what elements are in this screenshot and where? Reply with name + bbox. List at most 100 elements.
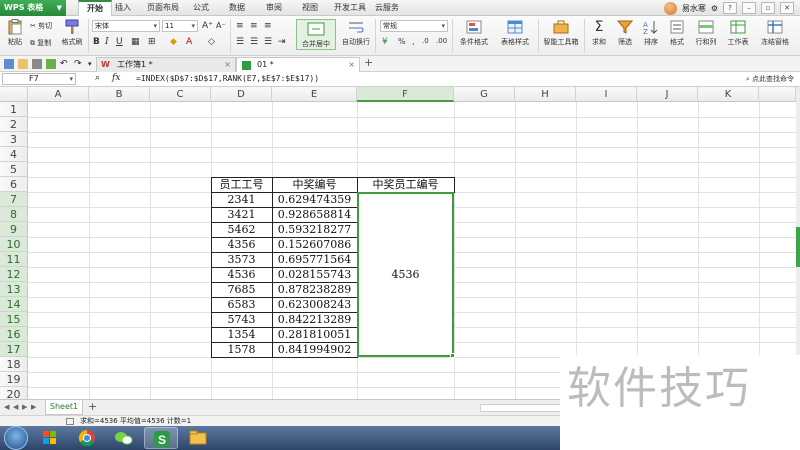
row-header-selected[interactable]: 9	[0, 222, 28, 237]
fx-icon[interactable]: fx	[112, 73, 120, 83]
align-left-icon[interactable]: ☰	[236, 37, 244, 47]
thousands-icon[interactable]: ,	[412, 37, 415, 46]
tab-home[interactable]: 开始	[78, 0, 112, 16]
column-header[interactable]: C	[150, 87, 211, 102]
tab-data[interactable]: 数据	[229, 0, 245, 16]
row-header[interactable]: 18	[0, 357, 28, 372]
fill-color-icon[interactable]: ◆	[170, 37, 177, 47]
row-header[interactable]: 4	[0, 147, 28, 162]
header-cell-employee-id[interactable]: 员工工号	[211, 177, 272, 192]
next-sheet-icon[interactable]: ▶	[22, 403, 27, 411]
worksheet-button[interactable]: 工作表	[724, 19, 752, 47]
column-header-selected[interactable]: F	[357, 87, 454, 102]
row-header[interactable]: 6	[0, 177, 28, 192]
column-header[interactable]	[759, 87, 796, 102]
print-preview-icon[interactable]	[46, 59, 56, 69]
underline-button[interactable]: U	[116, 37, 123, 47]
paste-button[interactable]: 粘贴	[4, 19, 26, 47]
freeze-panes-button[interactable]: 冻结窗格	[756, 19, 794, 47]
font-size-select[interactable]: 11 ▾	[162, 20, 198, 32]
column-header[interactable]: K	[698, 87, 759, 102]
align-center-icon[interactable]: ☰	[250, 37, 258, 47]
save-icon[interactable]	[4, 59, 14, 69]
row-header-selected[interactable]: 7	[0, 192, 28, 207]
row-header-selected[interactable]: 8	[0, 207, 28, 222]
winning-number-cell[interactable]: 0.629474359	[272, 192, 357, 207]
minimize-icon[interactable]: –	[742, 2, 756, 14]
scrollbar-thumb[interactable]	[796, 227, 800, 267]
format-painter-button[interactable]: 格式刷	[60, 19, 84, 47]
skin-icon[interactable]: ⚙	[711, 4, 718, 13]
winning-number-cell[interactable]: 0.623008243	[272, 297, 357, 312]
help-icon[interactable]: ?	[723, 2, 737, 14]
align-middle-icon[interactable]: ≡	[250, 21, 258, 31]
filter-button[interactable]: 筛选	[614, 19, 636, 47]
last-sheet-icon[interactable]: ▶	[31, 403, 36, 411]
sheet-tab-sheet1[interactable]: Sheet1	[45, 400, 83, 415]
employee-id-cell[interactable]: 3573	[211, 252, 272, 267]
undo-icon[interactable]: ↶	[60, 59, 70, 69]
close-icon[interactable]: ×	[224, 58, 231, 72]
conditional-format-button[interactable]: 条件格式	[455, 19, 493, 47]
align-top-icon[interactable]: ≡	[236, 21, 244, 31]
row-header[interactable]: 1	[0, 102, 28, 117]
taskbar-app-wps-spreadsheet[interactable]: S	[144, 427, 178, 449]
tab-developer[interactable]: 开发工具	[334, 0, 366, 16]
border-icon[interactable]: ▦	[131, 37, 140, 47]
employee-id-cell[interactable]: 1578	[211, 342, 272, 357]
add-sheet-icon[interactable]: +	[88, 400, 97, 413]
percent-icon[interactable]: %	[398, 37, 406, 46]
fill-handle[interactable]	[450, 353, 455, 358]
active-merged-cell[interactable]: 4536	[357, 192, 455, 358]
prev-sheet-icon[interactable]: ◀	[13, 403, 18, 411]
merge-center-button[interactable]: 合并居中	[296, 19, 336, 50]
winning-number-cell[interactable]: 0.593218277	[272, 222, 357, 237]
number-format-select[interactable]: 常规 ▾	[380, 20, 448, 32]
tab-insert[interactable]: 插入	[115, 0, 131, 16]
doc-tab-workbook1[interactable]: W 工作簿1 * ×	[96, 57, 236, 72]
tab-review[interactable]: 审阅	[266, 0, 282, 16]
clear-format-icon[interactable]: ◇	[208, 37, 215, 47]
user-name[interactable]: 易水寒	[682, 3, 706, 14]
row-header-selected[interactable]: 11	[0, 252, 28, 267]
vertical-scrollbar[interactable]	[796, 87, 800, 399]
row-header-selected[interactable]: 12	[0, 267, 28, 282]
sum-button[interactable]: Σ 求和	[588, 19, 610, 47]
row-header-selected[interactable]: 15	[0, 312, 28, 327]
restore-icon[interactable]: ▫	[761, 2, 775, 14]
font-color-icon[interactable]: A	[186, 37, 192, 47]
rows-cols-button[interactable]: 行和列	[692, 19, 720, 47]
formula-input[interactable]: =INDEX($D$7:$D$17,RANK(E7,$E$7:$E$17))	[136, 73, 319, 85]
employee-id-cell[interactable]: 1354	[211, 327, 272, 342]
windows-start-icon[interactable]	[4, 426, 28, 450]
tab-page-layout[interactable]: 页面布局	[147, 0, 179, 16]
increase-decimal-icon[interactable]: .0	[422, 37, 429, 45]
column-header[interactable]: H	[515, 87, 576, 102]
tab-formulas[interactable]: 公式	[193, 0, 209, 16]
employee-id-cell[interactable]: 5462	[211, 222, 272, 237]
close-icon[interactable]: ×	[348, 58, 355, 72]
employee-id-cell[interactable]: 7685	[211, 282, 272, 297]
redo-icon[interactable]: ↷	[74, 59, 84, 69]
header-cell-winning-no[interactable]: 中奖编号	[272, 177, 357, 192]
cut-button[interactable]: ✂ 剪切	[30, 21, 52, 31]
tab-cloud[interactable]: 云服务	[375, 0, 399, 16]
copy-button[interactable]: ⧉ 复制	[30, 38, 51, 48]
bold-button[interactable]: B	[93, 37, 100, 47]
row-header-selected[interactable]: 14	[0, 297, 28, 312]
smart-toolbox-button[interactable]: 智能工具箱	[542, 19, 580, 47]
employee-id-cell[interactable]: 3421	[211, 207, 272, 222]
first-sheet-icon[interactable]: ◀	[4, 403, 9, 411]
sort-button[interactable]: AZ 排序	[640, 19, 662, 47]
app-menu-button[interactable]: WPS 表格 ▼	[0, 0, 66, 16]
winning-number-cell[interactable]: 0.878238289	[272, 282, 357, 297]
format-button[interactable]: 格式	[666, 19, 688, 47]
employee-id-cell[interactable]: 5743	[211, 312, 272, 327]
close-icon[interactable]: ✕	[780, 2, 794, 14]
column-header[interactable]: I	[576, 87, 637, 102]
winning-number-cell[interactable]: 0.842213289	[272, 312, 357, 327]
employee-id-cell[interactable]: 4536	[211, 267, 272, 282]
header-cell-winner-id[interactable]: 中奖员工编号	[357, 177, 454, 192]
row-header[interactable]: 2	[0, 117, 28, 132]
font-name-select[interactable]: 宋体 ▾	[92, 20, 160, 32]
